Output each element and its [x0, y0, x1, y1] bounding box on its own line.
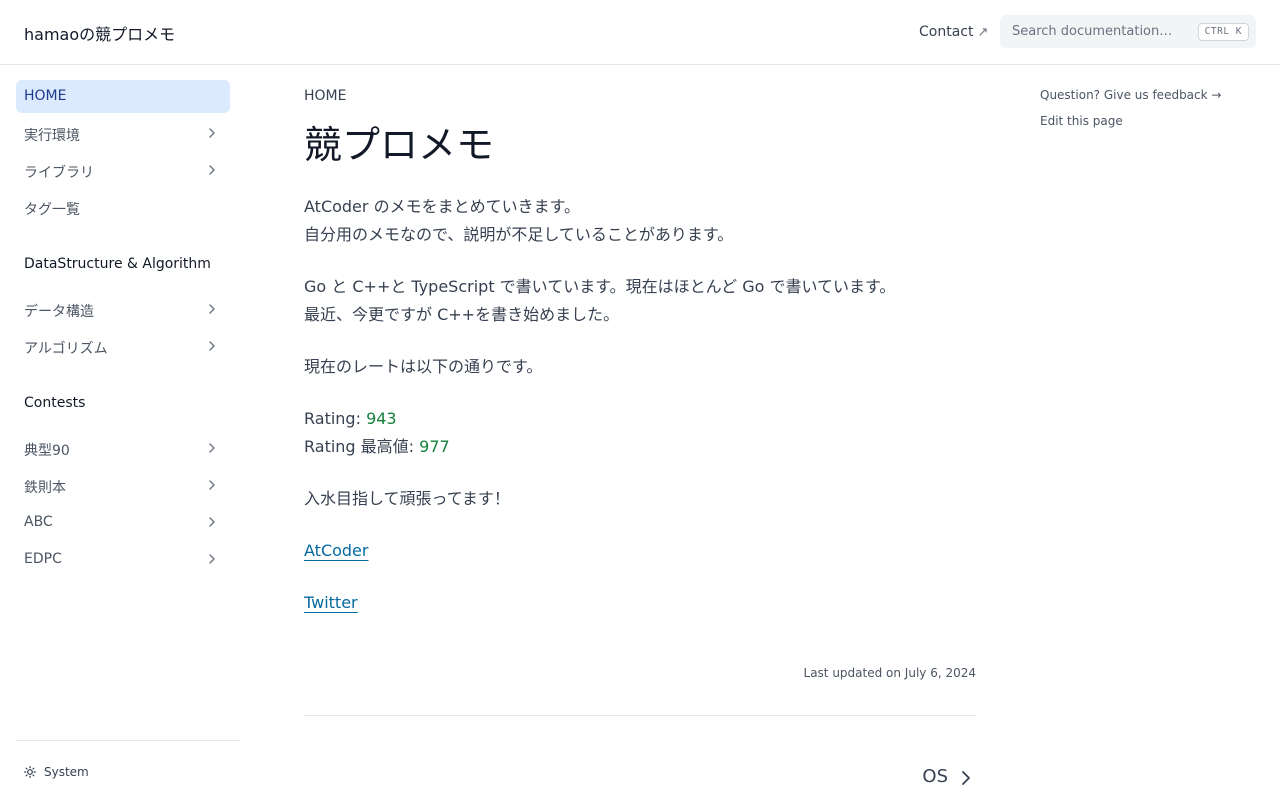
search-box[interactable]: CTRL K	[1000, 15, 1256, 48]
sidebar-item-data-structures[interactable]: データ構造	[16, 293, 230, 326]
footer-divider	[304, 715, 976, 716]
contact-link[interactable]: Contact ↗	[919, 24, 988, 40]
intro-line: AtCoder のメモをまとめていきます。	[304, 197, 580, 216]
chevron-right-icon	[209, 443, 215, 453]
sidebar-item-label: ライブラリ	[24, 165, 94, 181]
external-arrow-icon: ↗	[977, 25, 989, 40]
sidebar-item-label: ABC	[24, 514, 53, 530]
chevron-right-icon	[209, 304, 215, 314]
sidebar-item-label: アルゴリズム	[24, 341, 108, 357]
max-rating-value: 977	[419, 437, 450, 456]
sidebar-item-tessokubon[interactable]: 鉄則本	[16, 469, 230, 502]
sidebar-item-library[interactable]: ライブラリ	[16, 154, 230, 187]
sidebar-item-label: HOME	[24, 88, 67, 104]
feedback-link[interactable]: Question? Give us feedback →	[1040, 88, 1221, 102]
max-rating-label: Rating 最高値:	[304, 437, 420, 456]
rating-line: Rating: 943	[304, 405, 450, 433]
last-updated: Last updated on July 6, 2024	[803, 666, 976, 680]
sun-icon	[24, 766, 36, 778]
atcoder-paragraph: AtCoder	[304, 537, 368, 565]
chevron-right-icon	[209, 554, 215, 564]
contact-label: Contact	[919, 24, 974, 40]
sidebar-section-heading: Contests	[24, 395, 86, 411]
chevron-right-icon	[962, 771, 970, 785]
search-input[interactable]	[1012, 22, 1187, 40]
rating-intro-paragraph: 現在のレートは以下の通りです。	[304, 357, 543, 376]
sidebar-item-runtime-env[interactable]: 実行環境	[16, 117, 230, 150]
sidebar-item-label: タグ一覧	[24, 202, 80, 218]
languages-paragraph: Go と C++と TypeScript で書いています。現在はほとんど Go …	[304, 273, 895, 329]
sidebar-item-label: 典型90	[24, 443, 70, 459]
edit-page-link[interactable]: Edit this page	[1040, 114, 1123, 128]
sidebar-section-heading: DataStructure & Algorithm	[24, 256, 211, 272]
twitter-link[interactable]: Twitter	[304, 593, 358, 612]
rating-paragraph: Rating: 943 Rating 最高値: 977	[304, 405, 450, 461]
rating-value: 943	[366, 409, 397, 428]
sidebar-item-edpc[interactable]: EDPC	[16, 543, 230, 576]
sidebar-item-algorithms[interactable]: アルゴリズム	[16, 330, 230, 363]
intro-paragraph: AtCoder のメモをまとめていきます。 自分用のメモなので、説明が不足してい…	[304, 193, 733, 249]
breadcrumb: HOME	[304, 88, 347, 104]
sidebar-item-home[interactable]: HOME	[16, 80, 230, 113]
chevron-right-icon	[209, 128, 215, 138]
next-page-label: OS	[922, 766, 948, 787]
next-page-link[interactable]: OS	[896, 766, 976, 790]
chevron-right-icon	[209, 480, 215, 490]
intro-line: 自分用のメモなので、説明が不足していることがあります。	[304, 225, 734, 244]
chevron-right-icon	[209, 341, 215, 351]
chevron-right-icon	[209, 165, 215, 175]
site-title[interactable]: hamaoの競プロメモ	[24, 21, 175, 45]
top-navbar: hamaoの競プロメモ Contact↗ CTRL K	[0, 0, 1280, 65]
max-rating-line: Rating 最高値: 977	[304, 433, 450, 461]
search-shortcut-badge: CTRL K	[1197, 23, 1249, 41]
sidebar-footer: System	[16, 740, 240, 800]
sidebar-item-label: 鉄則本	[24, 480, 66, 496]
sidebar-item-label: データ構造	[24, 304, 94, 320]
sidebar-item-typical90[interactable]: 典型90	[16, 432, 230, 465]
theme-toggle-label: System	[44, 765, 89, 779]
chevron-right-icon	[209, 517, 215, 527]
sidebar-item-abc[interactable]: ABC	[16, 506, 230, 539]
languages-line: 最近、今更ですが C++を書き始めました。	[304, 305, 620, 324]
twitter-paragraph: Twitter	[304, 589, 358, 617]
sidebar-item-label: 実行環境	[24, 128, 80, 144]
atcoder-link[interactable]: AtCoder	[304, 541, 368, 560]
goal-paragraph: 入水目指して頑張ってます！	[304, 489, 510, 508]
page-title: 競プロメモ	[304, 123, 495, 167]
rating-label: Rating:	[304, 409, 367, 428]
sidebar-item-tags[interactable]: タグ一覧	[16, 191, 230, 224]
sidebar-item-label: EDPC	[24, 551, 62, 567]
languages-line: Go と C++と TypeScript で書いています。現在はほとんど Go …	[304, 277, 896, 296]
